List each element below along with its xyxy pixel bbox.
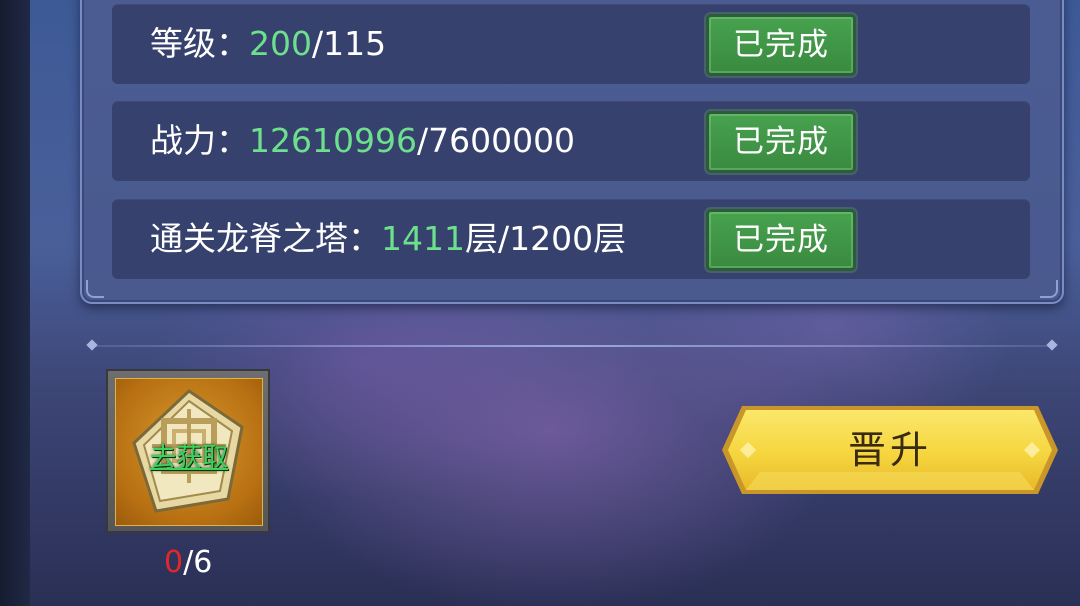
requirement-target-value: /7600000 — [416, 121, 576, 160]
item-count: 0/6 — [164, 545, 212, 580]
requirement-label: 等级： — [150, 24, 249, 63]
requirement-current-value: 12610996 — [249, 121, 417, 160]
promotion-item-slot[interactable]: 去获取 — [106, 369, 270, 533]
item-frame: 去获取 — [115, 378, 263, 526]
left-edge — [0, 0, 30, 606]
promote-button[interactable]: 晋升 — [720, 402, 1060, 498]
panel-corner-ornament — [86, 280, 104, 298]
item-count-total: /6 — [183, 545, 213, 580]
requirement-target-value: /115 — [312, 24, 387, 63]
requirement-text: 战力：12610996/7600000 — [150, 101, 575, 181]
completed-badge[interactable]: 已完成 — [706, 209, 856, 271]
requirement-text: 等级：200/115 — [150, 4, 386, 84]
section-divider — [92, 345, 1052, 347]
item-count-current: 0 — [164, 545, 184, 580]
get-item-link[interactable]: 去获取 — [116, 437, 262, 474]
requirement-current-value: 200 — [249, 24, 312, 63]
requirement-label: 通关龙脊之塔： — [150, 219, 381, 258]
requirement-row-tower: 通关龙脊之塔：1411层/1200层 — [112, 199, 1030, 279]
requirement-row-power: 战力：12610996/7600000 — [112, 101, 1030, 181]
requirement-current-value: 1411 — [381, 219, 465, 258]
completed-badge[interactable]: 已完成 — [706, 111, 856, 173]
requirement-target-value: 层/1200层 — [464, 219, 627, 258]
requirement-label: 战力： — [150, 121, 249, 160]
completed-badge[interactable]: 已完成 — [706, 14, 856, 76]
promote-button-label: 晋升 — [847, 428, 932, 472]
requirement-row-level: 等级：200/115 — [112, 4, 1030, 84]
panel-corner-ornament — [1040, 280, 1058, 298]
requirement-text: 通关龙脊之塔：1411层/1200层 — [150, 199, 626, 279]
